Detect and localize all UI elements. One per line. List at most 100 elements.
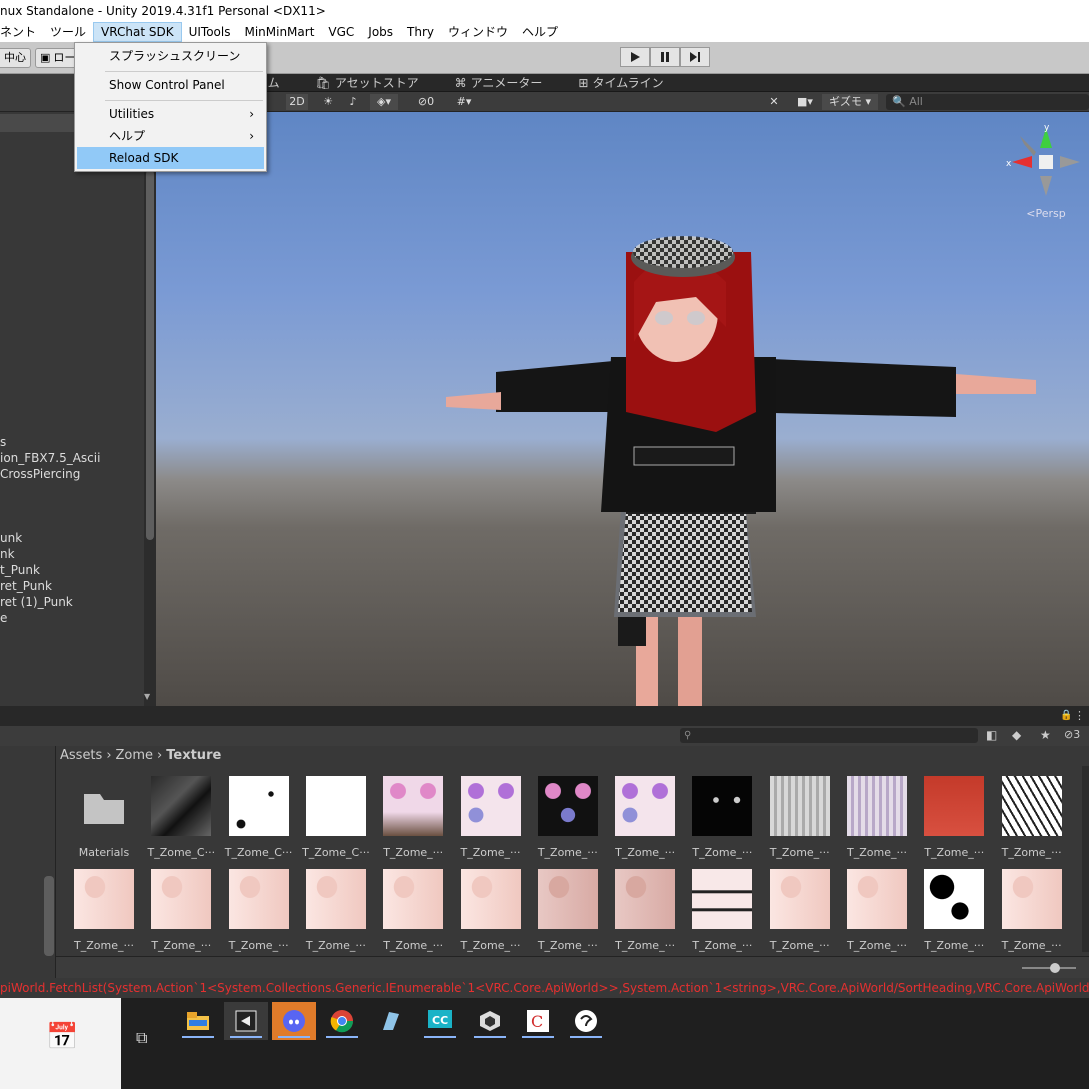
texture-asset[interactable]: T_Zome_··· bbox=[455, 776, 527, 859]
texture-asset[interactable]: T_Zome_C··· bbox=[145, 776, 217, 859]
unity-hub-icon[interactable] bbox=[468, 1002, 512, 1040]
task-view-icon[interactable]: ⧉ bbox=[136, 1028, 147, 1048]
folder-asset[interactable]: Materials bbox=[68, 776, 140, 859]
tab-asset-store[interactable]: 🛍 アセットストア bbox=[298, 74, 437, 91]
hierarchy-item[interactable]: ion_FBX7.5_Ascii bbox=[0, 450, 100, 466]
texture-asset[interactable]: T_Zome_··· bbox=[841, 869, 913, 952]
menu-thry[interactable]: Thry bbox=[400, 22, 441, 42]
texture-thumbnail bbox=[847, 776, 907, 836]
texture-asset[interactable]: T_Zome_··· bbox=[609, 776, 681, 859]
texture-asset[interactable]: T_Zome_C··· bbox=[223, 776, 295, 859]
texture-asset[interactable]: T_Zome_··· bbox=[918, 869, 990, 952]
texture-asset[interactable]: T_Zome_··· bbox=[145, 869, 217, 952]
menu-item-utilities[interactable]: Utilities › bbox=[77, 103, 264, 125]
hierarchy-scroll-thumb[interactable] bbox=[146, 170, 154, 540]
texture-asset[interactable]: T_Zome_C··· bbox=[300, 776, 372, 859]
hierarchy-item[interactable]: ret (1)_Punk bbox=[0, 594, 73, 610]
menu-jobs[interactable]: Jobs bbox=[361, 22, 400, 42]
tab-timeline[interactable]: ⊞ タイムライン bbox=[560, 74, 681, 91]
hierarchy-item[interactable]: unk bbox=[0, 530, 22, 546]
grid-icon[interactable]: #▾ bbox=[446, 94, 482, 110]
zoom-slider-track[interactable] bbox=[1022, 967, 1076, 969]
scroll-down-icon[interactable]: ▼ bbox=[144, 692, 150, 701]
clip-studio-icon[interactable] bbox=[564, 1002, 608, 1040]
pivot-center-button[interactable]: 中心 bbox=[0, 48, 31, 68]
texture-asset[interactable]: T_Zome_··· bbox=[68, 869, 140, 952]
texture-asset[interactable]: T_Zome_··· bbox=[686, 776, 758, 859]
texture-asset[interactable]: T_Zome_··· bbox=[996, 869, 1068, 952]
blender-like-app-icon[interactable] bbox=[368, 1002, 412, 1040]
effects-icon[interactable]: ◈▾ bbox=[370, 94, 398, 110]
camera-icon[interactable]: ■▾ bbox=[790, 94, 820, 110]
menu-minminmart[interactable]: MinMinMart bbox=[237, 22, 321, 42]
breadcrumb-assets[interactable]: Assets bbox=[60, 748, 102, 763]
texture-asset[interactable]: T_Zome_··· bbox=[532, 869, 604, 952]
perspective-label[interactable]: <Persp bbox=[1006, 207, 1086, 220]
menu-item-help[interactable]: ヘルプ › bbox=[77, 125, 264, 147]
hierarchy-item[interactable]: nk bbox=[0, 546, 15, 562]
taskbar-widget-area[interactable]: 📅 bbox=[0, 998, 121, 1089]
texture-asset[interactable]: T_Zome_··· bbox=[377, 869, 449, 952]
lock-icon[interactable]: 🔒 bbox=[1060, 710, 1072, 721]
menu-tools[interactable]: ツール bbox=[43, 22, 93, 42]
texture-asset[interactable]: T_Zome_··· bbox=[918, 776, 990, 859]
texture-asset[interactable]: T_Zome_··· bbox=[764, 776, 836, 859]
texture-asset[interactable]: T_Zome_··· bbox=[764, 869, 836, 952]
cc-app-icon[interactable]: CC bbox=[418, 1002, 462, 1040]
project-search-input[interactable]: ⚲ bbox=[680, 728, 978, 743]
menu-uitools[interactable]: UITools bbox=[182, 22, 238, 42]
breadcrumb-texture[interactable]: Texture bbox=[166, 748, 221, 763]
zoom-slider-thumb[interactable] bbox=[1050, 963, 1060, 973]
play-button[interactable] bbox=[620, 47, 650, 67]
file-explorer-icon[interactable] bbox=[176, 1002, 220, 1040]
texture-asset[interactable]: T_Zome_··· bbox=[996, 776, 1068, 859]
chrome-icon[interactable] bbox=[320, 1002, 364, 1040]
scene-view[interactable]: y x <Persp bbox=[156, 112, 1089, 706]
texture-asset[interactable]: T_Zome_··· bbox=[686, 869, 758, 952]
console-status-bar[interactable]: piWorld.FetchList(System.Action`1<System… bbox=[0, 978, 1089, 998]
discord-icon[interactable] bbox=[272, 1002, 316, 1040]
texture-asset[interactable]: T_Zome_··· bbox=[841, 776, 913, 859]
hierarchy-item[interactable]: e bbox=[0, 610, 7, 626]
texture-asset[interactable]: T_Zome_··· bbox=[532, 776, 604, 859]
step-button[interactable] bbox=[680, 47, 710, 67]
filter-type-icon[interactable]: ◧ bbox=[986, 728, 997, 742]
texture-asset[interactable]: T_Zome_··· bbox=[455, 869, 527, 952]
hierarchy-item[interactable]: s bbox=[0, 434, 6, 450]
tab-animator[interactable]: ⌘ アニメーター bbox=[437, 74, 561, 91]
hierarchy-item[interactable]: t_Punk bbox=[0, 562, 40, 578]
hierarchy-item[interactable]: CrossPiercing bbox=[0, 466, 80, 482]
menu-item-splash-screen[interactable]: スプラッシュスクリーン bbox=[77, 45, 264, 67]
filter-label-icon[interactable]: ◆ bbox=[1012, 728, 1021, 742]
menu-window[interactable]: ウィンドウ bbox=[441, 22, 515, 42]
folder-tree-scroll-thumb[interactable] bbox=[44, 876, 54, 956]
asset-grid-scrollbar[interactable] bbox=[1082, 766, 1089, 952]
menu-component[interactable]: ネント bbox=[0, 22, 43, 42]
breadcrumb-zome[interactable]: Zome bbox=[116, 748, 154, 763]
texture-asset[interactable]: T_Zome_··· bbox=[377, 776, 449, 859]
panel-menu-icon[interactable]: ⋮ bbox=[1074, 709, 1085, 722]
audio-icon[interactable]: ♪ bbox=[344, 94, 362, 110]
menu-help[interactable]: ヘルプ bbox=[515, 22, 565, 42]
2d-toggle[interactable]: 2D bbox=[286, 94, 308, 110]
menu-item-reload-sdk[interactable]: Reload SDK bbox=[77, 147, 264, 169]
unity-taskbar-icon[interactable] bbox=[224, 1002, 268, 1040]
light-icon[interactable]: ☀ bbox=[320, 94, 336, 110]
calendar-widget-icon[interactable]: 📅 bbox=[46, 1022, 78, 1052]
tools-icon[interactable]: ✕ bbox=[764, 94, 784, 110]
hidden-packages-toggle[interactable]: ⊘3 bbox=[1064, 728, 1080, 741]
favorite-icon[interactable]: ★ bbox=[1040, 728, 1051, 742]
texture-asset[interactable]: T_Zome_··· bbox=[300, 869, 372, 952]
menu-vrchat-sdk[interactable]: VRChat SDK bbox=[93, 22, 182, 42]
menu-item-show-control-panel[interactable]: Show Control Panel bbox=[77, 74, 264, 96]
app-c-icon[interactable]: C bbox=[516, 1002, 560, 1040]
orientation-gizmo[interactable]: y x <Persp bbox=[1006, 122, 1086, 232]
menu-vgc[interactable]: VGC bbox=[321, 22, 361, 42]
pause-button[interactable] bbox=[650, 47, 680, 67]
hidden-objects-toggle[interactable]: ⊘0 bbox=[412, 94, 440, 110]
scene-search-input[interactable]: 🔍 All bbox=[886, 94, 1089, 110]
gizmos-dropdown[interactable]: ギズモ ▾ bbox=[822, 94, 878, 110]
hierarchy-item[interactable]: ret_Punk bbox=[0, 578, 52, 594]
texture-asset[interactable]: T_Zome_··· bbox=[223, 869, 295, 952]
texture-asset[interactable]: T_Zome_··· bbox=[609, 869, 681, 952]
